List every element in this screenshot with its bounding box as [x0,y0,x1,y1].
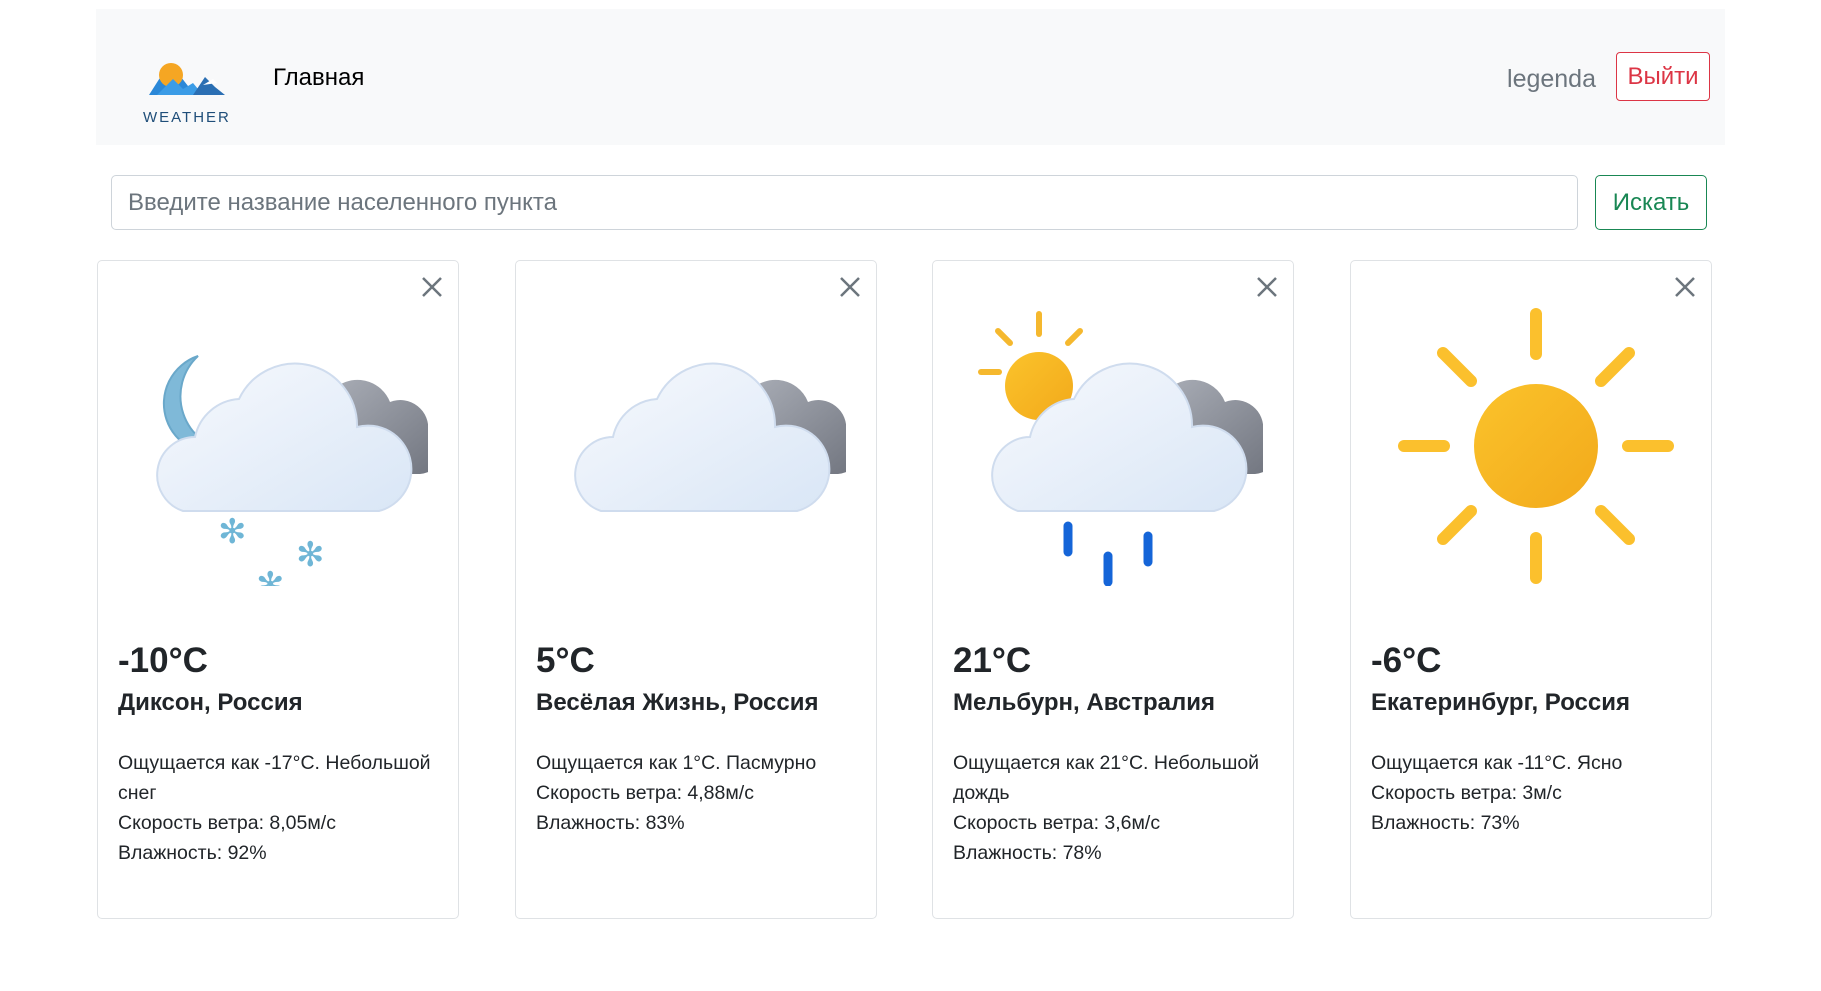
card-feels-like: Ощущается как -17°C. Небольшой снег [118,752,431,804]
weather-card: 5°C Весёлая Жизнь, Россия Ощущается как … [515,260,877,919]
close-icon[interactable] [836,273,864,301]
card-details: Ощущается как 21°C. Небольшой дождь Скор… [953,748,1278,868]
card-details: Ощущается как 1°C. Пасмурно Скорость вет… [536,748,861,838]
weather-logo[interactable]: WEATHER [143,59,229,129]
nav-home-link[interactable]: Главная [273,64,364,92]
card-temperature: -10°C [118,641,208,680]
card-temperature: 5°C [536,641,595,680]
card-city: Екатеринбург, Россия [1371,689,1631,716]
svg-text:✻: ✻ [218,512,247,552]
close-icon[interactable] [1253,273,1281,301]
cloudy-icon [556,306,846,586]
card-wind-speed: Скорость ветра: 8,05м/с [118,812,336,834]
card-wind-speed: Скорость ветра: 3,6м/с [953,812,1161,834]
card-city: Диксон, Россия [118,689,303,716]
sun-cloud-rain-icon [978,311,1263,586]
close-icon[interactable] [418,273,446,301]
card-feels-like: Ощущается как 1°C. Пасмурно [536,752,817,774]
card-humidity: Влажность: 73% [1371,812,1520,834]
card-humidity: Влажность: 83% [536,812,685,834]
card-temperature: -6°C [1371,641,1442,680]
card-wind-speed: Скорость ветра: 4,88м/с [536,782,754,804]
search-input[interactable] [111,175,1578,230]
logo-text: WEATHER [143,109,231,126]
card-details: Ощущается как -11°C. Ясно Скорость ветра… [1371,748,1696,838]
logout-button[interactable]: Выйти [1616,52,1710,101]
card-humidity: Влажность: 92% [118,842,267,864]
card-wind-speed: Скорость ветра: 3м/с [1371,782,1562,804]
username: legenda [1507,65,1596,93]
card-city: Весёлая Жизнь, Россия [536,689,819,716]
card-city: Мельбурн, Австралия [953,689,1215,716]
night-cloud-snow-icon: ✻ ✻ ✻ [138,355,428,586]
weather-card: -6°C Екатеринбург, Россия Ощущается как … [1350,260,1712,919]
weather-logo-icon [149,63,225,95]
weather-card: ✻ ✻ ✻ -10°C Диксон, Россия Ощущается как… [97,260,459,919]
card-details: Ощущается как -17°C. Небольшой снег Скор… [118,748,443,868]
weather-card: 21°C Мельбурн, Австралия Ощущается как 2… [932,260,1294,919]
card-feels-like: Ощущается как -11°C. Ясно [1371,752,1623,774]
svg-text:✻: ✻ [296,535,325,575]
card-feels-like: Ощущается как 21°C. Небольшой дождь [953,752,1260,804]
svg-text:✻: ✻ [256,565,285,586]
sun-icon [1398,308,1674,584]
card-humidity: Влажность: 78% [953,842,1102,864]
close-icon[interactable] [1671,273,1699,301]
search-button[interactable]: Искать [1595,175,1707,230]
navbar: WEATHER Главная legenda Выйти [96,9,1725,145]
card-temperature: 21°C [953,641,1032,680]
